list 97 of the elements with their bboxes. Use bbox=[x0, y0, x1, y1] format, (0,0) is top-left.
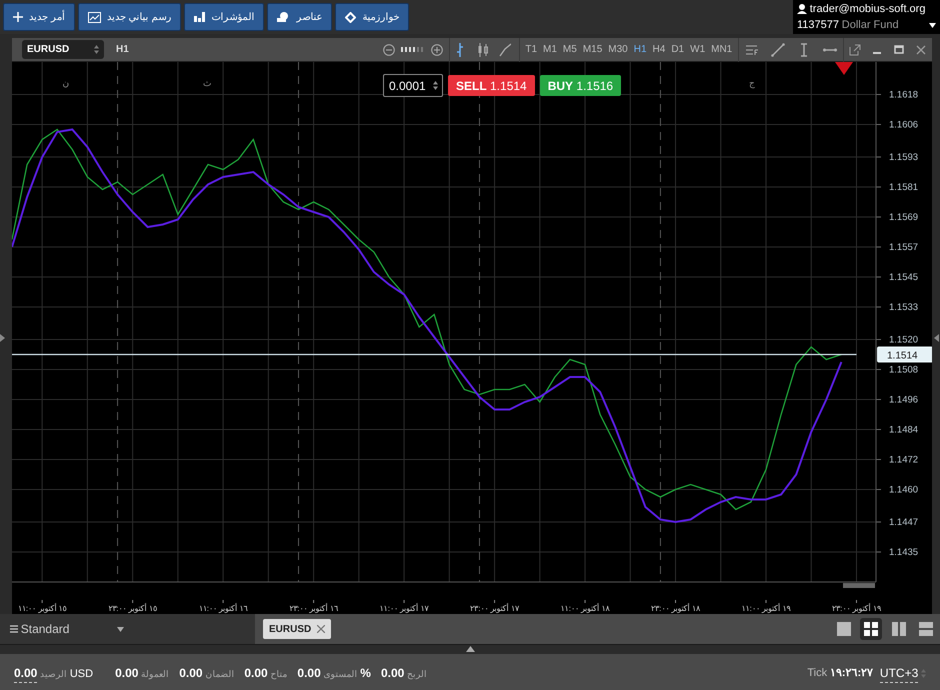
candlestick-icon[interactable] bbox=[476, 42, 489, 56]
dropdown-caret-icon[interactable] bbox=[929, 22, 936, 28]
pop-out-icon[interactable] bbox=[849, 44, 861, 56]
x-axis-label: ١٩ أكتوبر ٢٣:٠٠ bbox=[832, 604, 881, 613]
maximize-icon[interactable] bbox=[893, 44, 905, 56]
close-icon bbox=[317, 625, 326, 633]
status-label: الربح bbox=[407, 668, 428, 681]
y-axis-label: 1.1545 bbox=[889, 272, 918, 283]
user-email: trader@mobius-soft.org bbox=[810, 2, 926, 17]
timeframe-tab[interactable]: T1 bbox=[522, 42, 540, 57]
grid-layout-button[interactable] bbox=[860, 618, 882, 640]
y-axis-label: 1.1533 bbox=[889, 302, 918, 313]
account-name: Dollar Fund bbox=[842, 18, 899, 33]
status-value: 0.00 bbox=[297, 664, 321, 682]
bar-chart-icon bbox=[194, 12, 206, 22]
timeframe-tab[interactable]: M30 bbox=[605, 42, 631, 57]
x-axis-label: ١٨ أكتوبر ٢٣:٠٠ bbox=[651, 604, 700, 613]
y-axis-label: 1.1606 bbox=[889, 120, 918, 130]
day-label: ن bbox=[62, 78, 70, 88]
y-axis-label: 1.1569 bbox=[889, 212, 918, 223]
x-axis-label: ١٧ أكتوبر ١١:٠٠ bbox=[380, 604, 428, 613]
status-label: متاح bbox=[270, 668, 288, 681]
spinner-icon[interactable] bbox=[433, 81, 438, 90]
expand-icon[interactable] bbox=[466, 646, 474, 652]
timeframe-tab[interactable]: M15 bbox=[580, 42, 606, 57]
timeframe-tab[interactable]: M5 bbox=[560, 42, 580, 57]
status-label: المستوى bbox=[324, 668, 358, 681]
spinner-icon bbox=[94, 45, 99, 54]
toolbar-button[interactable]: خوارزمية bbox=[335, 3, 410, 31]
x-axis-label: ١٥ أكتوبر ١١:٠٠ bbox=[18, 604, 66, 613]
indicator-list-icon[interactable] bbox=[745, 42, 759, 56]
x-axis-label: ١٧ أكتوبر ٢٣:٠٠ bbox=[470, 604, 519, 613]
y-axis-label: 1.1460 bbox=[889, 484, 918, 496]
clock-time: ١٩:٢٦:٢٧ bbox=[830, 666, 874, 681]
status-value: 0.00 bbox=[179, 664, 203, 682]
toolbar-button[interactable]: المؤشرات bbox=[184, 3, 264, 31]
status-value: 0.00 bbox=[380, 664, 404, 682]
chart-tab[interactable]: EURUSD bbox=[263, 619, 332, 639]
x-axis-label: ١٦ أكتوبر ١١:٠٠ bbox=[198, 604, 248, 613]
line-chart-icon[interactable] bbox=[498, 42, 511, 56]
tick-label: Tick bbox=[807, 666, 828, 681]
x-axis-label: ١٩ أكتوبر ١١:٠٠ bbox=[742, 604, 790, 613]
day-label: ج bbox=[749, 78, 755, 88]
timeframe-tab[interactable]: MN1 bbox=[708, 42, 736, 57]
shapes-icon bbox=[277, 12, 290, 22]
timeframe-tab[interactable]: W1 bbox=[687, 42, 708, 57]
toolbar-button[interactable]: عناصر bbox=[267, 3, 332, 31]
y-axis-label: 1.1508 bbox=[889, 364, 918, 376]
trend-line-icon[interactable] bbox=[771, 42, 785, 56]
status-unit: USD bbox=[70, 666, 94, 682]
zoom-slider[interactable] bbox=[401, 46, 426, 53]
toolbar-button[interactable]: أمر جديد bbox=[3, 3, 75, 31]
workspace-name[interactable]: Standard bbox=[20, 620, 70, 638]
status-label: الرصيد bbox=[40, 668, 68, 681]
toolbar-button[interactable]: رسم بياني جديد bbox=[78, 3, 182, 31]
x-axis-label: ١٨ أكتوبر ١١:٠٠ bbox=[560, 604, 610, 613]
y-axis-label: 1.1484 bbox=[889, 424, 918, 436]
day-label: ث bbox=[203, 78, 211, 88]
x-axis-label: ١٥ أكتوبر ٢٣:٠٠ bbox=[108, 604, 157, 613]
status-unit: % bbox=[360, 664, 371, 682]
zoom-out-icon[interactable] bbox=[383, 44, 396, 56]
sell-button[interactable]: SELL 1.1514 bbox=[448, 75, 535, 96]
y-axis-label: 1.1520 bbox=[889, 334, 918, 346]
status-label: العمولة bbox=[141, 668, 170, 681]
menu-icon[interactable] bbox=[10, 625, 18, 633]
timeframe-label: H1 bbox=[116, 43, 129, 57]
buy-button[interactable]: BUY 1.1516 bbox=[540, 75, 622, 96]
zoom-in-icon[interactable] bbox=[431, 44, 444, 56]
diamond-icon bbox=[345, 12, 356, 22]
y-axis-label: 1.1496 bbox=[889, 394, 918, 406]
current-price-label: 1.1514 bbox=[877, 346, 932, 362]
user-icon bbox=[797, 4, 807, 14]
status-value[interactable]: 0.00 bbox=[14, 664, 38, 682]
symbol-select[interactable]: EURUSD bbox=[22, 40, 104, 59]
timeframe-tab[interactable]: H1 bbox=[630, 42, 650, 57]
x-axis-label: ١٦ أكتوبر ٢٣:٠٠ bbox=[289, 604, 338, 613]
y-axis-label: 1.1472 bbox=[889, 454, 918, 466]
chart-icon bbox=[88, 12, 101, 22]
plus-icon bbox=[13, 12, 23, 22]
y-axis-label: 1.1593 bbox=[889, 152, 918, 163]
status-label: الضمان bbox=[205, 668, 234, 680]
timeframe-tab[interactable]: H4 bbox=[650, 42, 668, 57]
status-value: 0.00 bbox=[244, 664, 268, 682]
account-number: 1137577 bbox=[797, 18, 840, 33]
close-icon[interactable] bbox=[915, 44, 927, 56]
y-axis-label: 1.1618 bbox=[889, 90, 918, 100]
y-axis-label: 1.1557 bbox=[889, 242, 918, 253]
y-axis-label: 1.1435 bbox=[889, 547, 918, 558]
scrollbar-thumb[interactable] bbox=[843, 583, 875, 588]
panel-toggle-icon[interactable] bbox=[0, 334, 5, 342]
y-axis-label: 1.1581 bbox=[889, 182, 918, 193]
y-axis-label: 1.1447 bbox=[889, 517, 918, 528]
lot-field[interactable]: 0.0001 bbox=[383, 74, 443, 97]
timeframe-tab[interactable]: M1 bbox=[540, 42, 560, 57]
timeframe-tab[interactable]: D1 bbox=[668, 42, 688, 57]
timezone-select[interactable]: UTC+3 bbox=[880, 664, 918, 682]
status-value: 0.00 bbox=[115, 664, 138, 682]
